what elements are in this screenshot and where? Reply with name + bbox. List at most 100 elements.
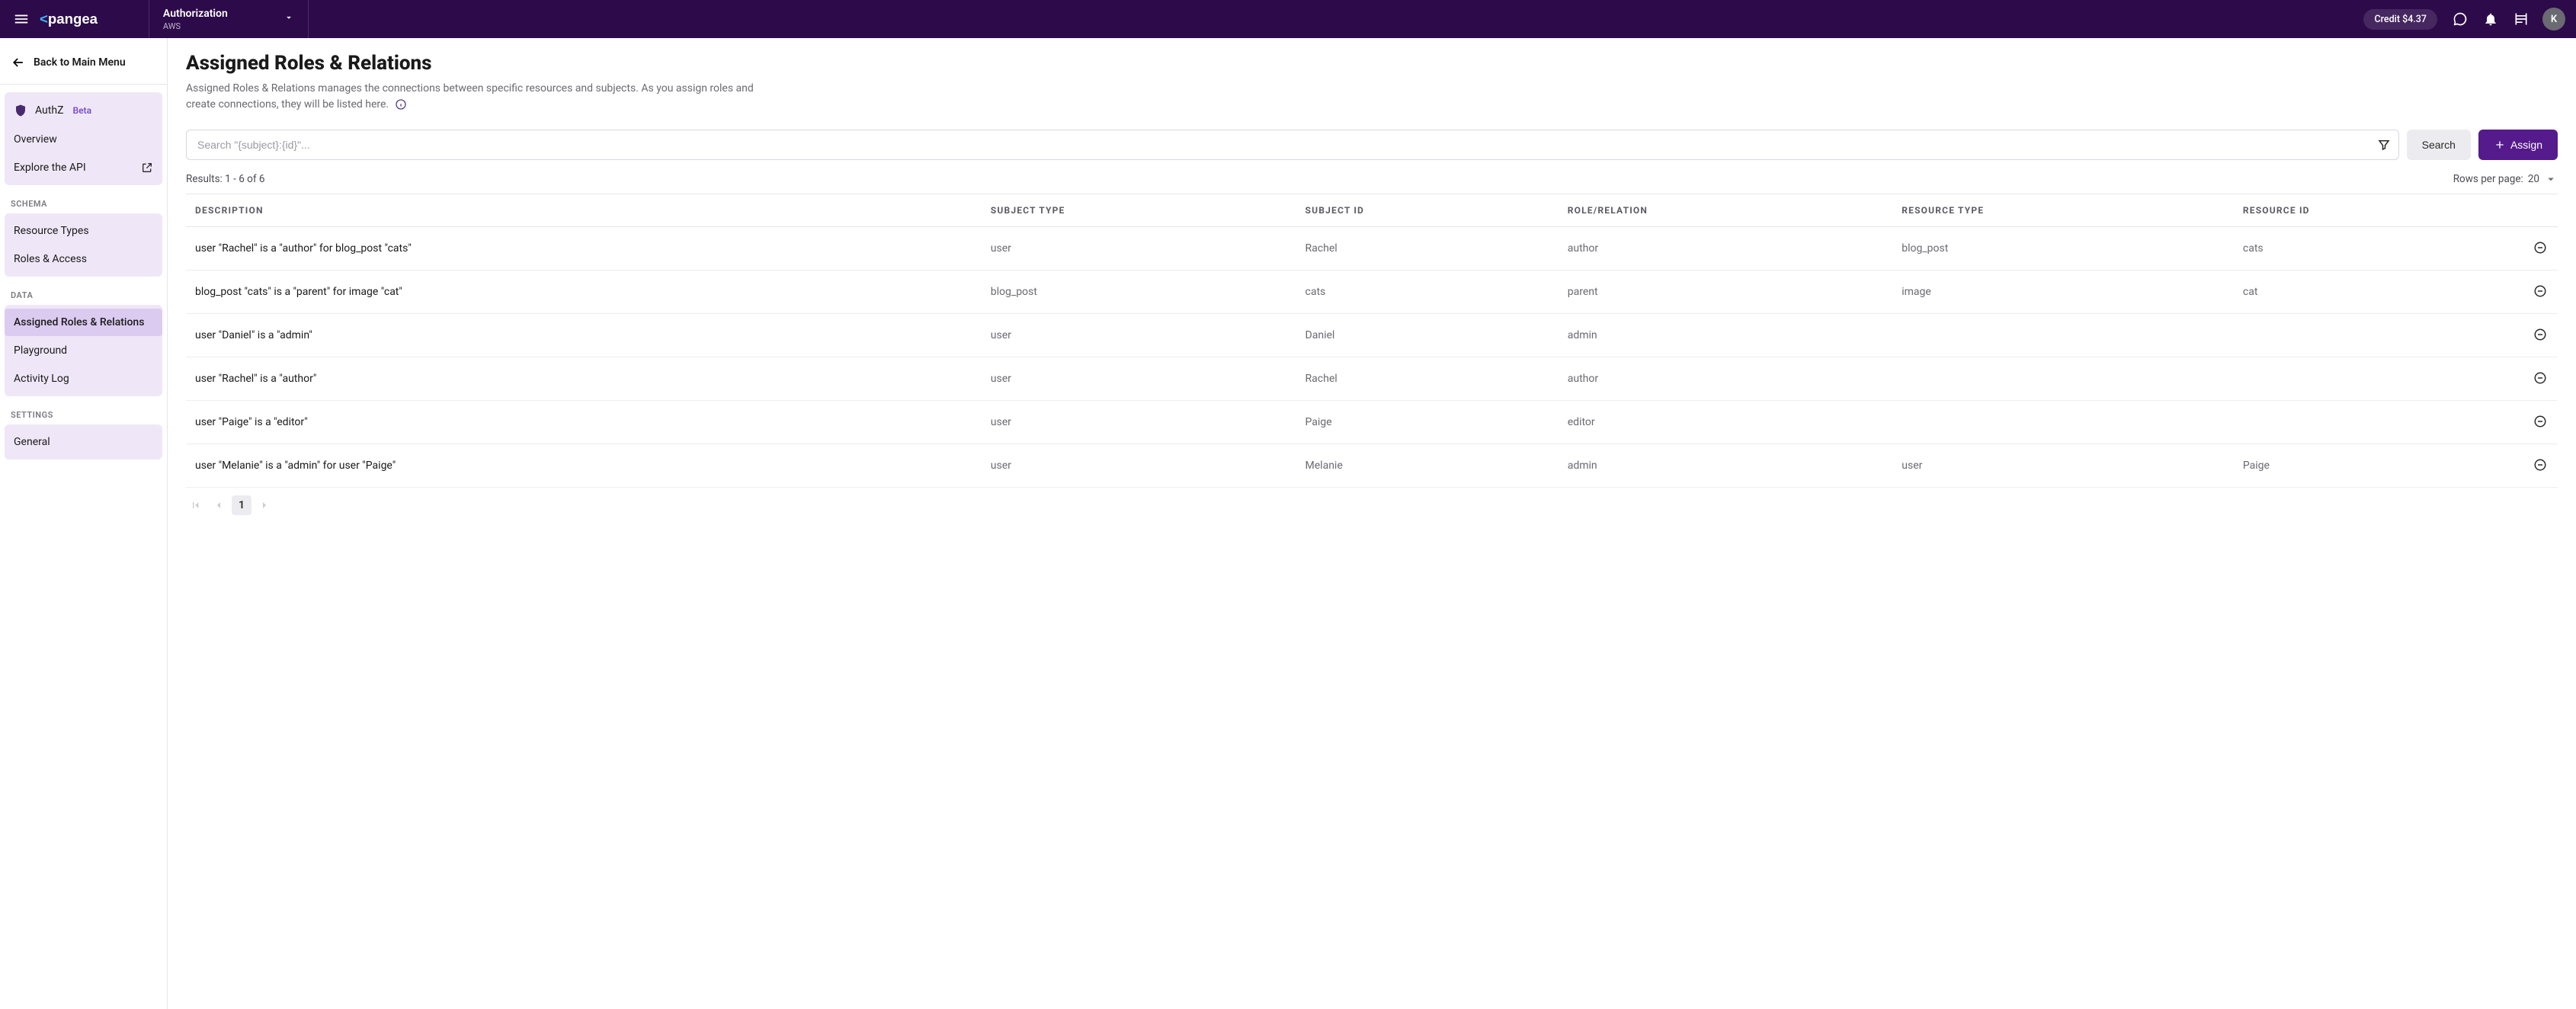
remove-row-button[interactable] [2532,283,2549,299]
cell-description: user "Daniel" is a "admin" [186,314,982,357]
sidebar-item-overview[interactable]: Overview [5,126,162,153]
cell-description: user "Rachel" is a "author" [186,357,982,401]
chat-icon [2453,11,2468,27]
page-title: Assigned Roles & Relations [186,52,2558,75]
cell-resource_id: Paige [2234,444,2523,488]
col-resource-id: Resource ID [2234,194,2523,227]
chevron-down-icon [268,12,294,26]
remove-row-button[interactable] [2532,326,2549,343]
cell-subject_id: Melanie [1296,444,1559,488]
menu-toggle[interactable] [6,4,37,34]
cell-resource_type: image [1892,271,2234,314]
sidebar-item-resource-types[interactable]: Resource Types [5,217,162,245]
cell-resource_type: user [1892,444,2234,488]
sidebar-item-assigned[interactable]: Assigned Roles & Relations [5,309,162,336]
col-subject-type: Subject Type [982,194,1296,227]
remove-row-button[interactable] [2532,413,2549,430]
sidebar-heading-schema: SCHEMA [0,185,167,213]
assign-button[interactable]: Assign [2478,130,2558,160]
cell-subject_type: user [982,444,1296,488]
sidebar-heading-data: DATA [0,277,167,305]
info-icon[interactable] [395,98,407,111]
page-first[interactable] [186,495,206,515]
notifications-button[interactable] [2478,7,2503,31]
table-row: user "Rachel" is a "author"userRachelaut… [186,357,2558,401]
cell-role: author [1559,357,1893,401]
remove-icon [2533,328,2547,341]
cell-role: admin [1559,444,1893,488]
rows-per-page-select[interactable]: Rows per page: 20 [2453,172,2558,186]
cell-subject_id: Paige [1296,401,1559,444]
col-role: Role/Relation [1559,194,1893,227]
project-subtitle: AWS [163,21,228,31]
cell-subject_type: blog_post [982,271,1296,314]
search-button[interactable]: Search [2407,130,2471,160]
sidebar-item-explore-api[interactable]: Explore the API [5,154,162,181]
sidebar-product-authz[interactable]: AuthZ Beta [5,96,162,125]
assignments-table: Description Subject Type Subject ID Role… [186,194,2558,488]
cell-subject_type: user [982,357,1296,401]
project-selector[interactable]: Authorization AWS [149,0,309,38]
cell-subject_type: user [982,314,1296,357]
sidebar-item-general[interactable]: General [5,428,162,456]
cell-resource_id: cats [2234,227,2523,271]
table-row: user "Daniel" is a "admin"userDanieladmi… [186,314,2558,357]
credit-chip[interactable]: Credit $4.37 [2363,9,2437,30]
cell-resource_type [1892,314,2234,357]
page-number[interactable]: 1 [232,495,252,515]
cell-resource_id [2234,314,2523,357]
cell-resource_type [1892,401,2234,444]
bell-icon [2483,11,2498,27]
table-row: user "Melanie" is a "admin" for user "Pa… [186,444,2558,488]
page-next[interactable] [255,495,274,515]
hamburger-icon [13,11,30,27]
docs-button[interactable] [2509,7,2533,31]
svg-text:<pangea: <pangea [40,11,98,27]
cell-resource_id [2234,357,2523,401]
cell-resource_type: blog_post [1892,227,2234,271]
cell-role: editor [1559,401,1893,444]
beta-badge: Beta [72,105,91,116]
cell-role: author [1559,227,1893,271]
first-page-icon [190,499,202,511]
dropdown-arrow-icon [2544,172,2558,186]
docs-icon [2514,11,2529,27]
remove-icon [2533,284,2547,298]
cell-subject_id: Rachel [1296,357,1559,401]
chevron-left-icon [213,499,225,511]
filter-icon [2377,138,2391,152]
cell-resource_type [1892,357,2234,401]
remove-icon [2533,371,2547,385]
shield-icon [14,104,27,117]
cell-role: parent [1559,271,1893,314]
remove-row-button[interactable] [2532,239,2549,256]
table-row: blog_post "cats" is a "parent" for image… [186,271,2558,314]
remove-icon [2533,241,2547,255]
pangea-logo-icon: <pangea [40,11,136,27]
sidebar-item-playground[interactable]: Playground [5,337,162,364]
back-label: Back to Main Menu [34,56,126,69]
product-name: AuthZ [35,104,63,117]
search-input[interactable] [186,130,2399,160]
page-description: Assigned Roles & Relations manages the c… [186,81,765,113]
remove-row-button[interactable] [2532,370,2549,386]
remove-row-button[interactable] [2532,456,2549,473]
logo[interactable]: <pangea [40,11,136,27]
cell-subject_id: cats [1296,271,1559,314]
cell-description: user "Melanie" is a "admin" for user "Pa… [186,444,982,488]
page-prev[interactable] [209,495,229,515]
avatar[interactable]: K [2542,8,2565,30]
cell-subject_id: Rachel [1296,227,1559,271]
chat-button[interactable] [2448,7,2472,31]
sidebar-item-activity-log[interactable]: Activity Log [5,365,162,392]
arrow-left-icon [11,55,26,70]
table-row: user "Paige" is a "editor"userPaigeedito… [186,401,2558,444]
sidebar-heading-settings: SETTINGS [0,396,167,424]
sidebar: Back to Main Menu AuthZ Beta Overview Ex… [0,38,168,1009]
filter-button[interactable] [2373,134,2395,155]
cell-description: user "Rachel" is a "author" for blog_pos… [186,227,982,271]
col-subject-id: Subject ID [1296,194,1559,227]
external-link-icon [141,162,153,174]
back-to-main[interactable]: Back to Main Menu [0,41,167,85]
sidebar-item-roles-access[interactable]: Roles & Access [5,245,162,273]
